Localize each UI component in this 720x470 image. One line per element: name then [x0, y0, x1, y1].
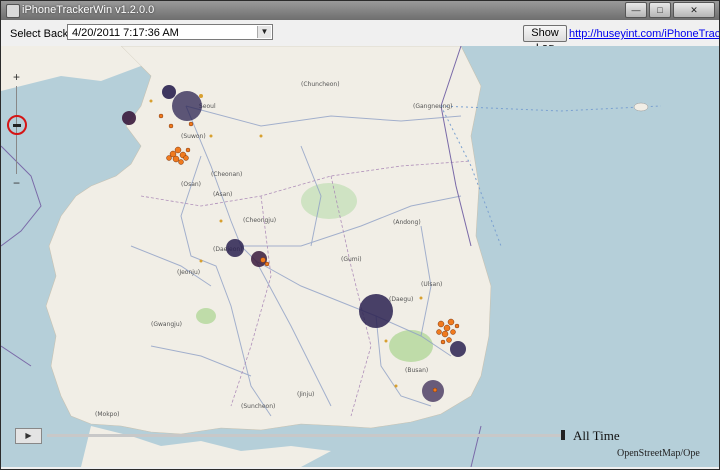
window-controls: — □ ✕ — [625, 2, 715, 18]
city-label-mokpo: (Mokpo) — [95, 411, 119, 418]
backup-select[interactable]: 4/20/2011 7:17:36 AM ▼ — [67, 24, 273, 40]
location-marker[interactable] — [359, 294, 393, 328]
city-label-osan: (Osan) — [181, 181, 201, 188]
zoom-control: + − — [7, 70, 27, 190]
timeline-slider-track[interactable] — [47, 434, 563, 437]
homepage-link[interactable]: http://huseyint.com/iPhoneTracerkWin — [569, 28, 719, 40]
city-label-andong: (Andong) — [393, 219, 421, 226]
backup-select-value: 4/20/2011 7:17:36 AM — [72, 27, 179, 39]
location-marker[interactable] — [450, 341, 466, 357]
city-label-asan: (Asan) — [213, 191, 232, 198]
zoom-out-button[interactable]: − — [13, 176, 20, 190]
city-label-chuncheon: (Chuncheon) — [301, 81, 340, 88]
city-label-gangneung: (Gangneung) — [413, 103, 453, 110]
show-log-button[interactable]: Show Log — [523, 25, 567, 54]
city-label-ulsan: (Ulsan) — [421, 281, 442, 288]
map-canvas: Seoul (Suwon) (Osan) (Cheonan) (Asan) (C… — [1, 46, 719, 467]
maximize-icon[interactable]: □ — [649, 2, 671, 18]
app-icon — [6, 4, 20, 18]
timeline-label: All Time — [573, 428, 620, 443]
city-label-cheongju: (Cheongju) — [243, 217, 276, 224]
island — [633, 102, 649, 112]
city-label-busan: (Busan) — [405, 367, 428, 374]
city-label-cheonan: (Cheonan) — [211, 171, 242, 178]
toolbar: Select Backup: 4/20/2011 7:17:36 AM ▼ Sh… — [1, 20, 719, 54]
city-label-gumi: (Gumi) — [341, 256, 362, 263]
close-icon[interactable]: ✕ — [673, 2, 715, 18]
window-title: iPhoneTrackerWin v1.2.0.0 — [22, 4, 155, 16]
location-marker[interactable] — [122, 111, 136, 125]
city-label-suncheon: (Suncheon) — [241, 403, 275, 410]
zoom-in-button[interactable]: + — [13, 70, 20, 84]
city-label-suwon: (Suwon) — [181, 133, 206, 140]
park-area — [301, 183, 357, 219]
location-marker[interactable] — [162, 85, 176, 99]
zoom-slider-handle[interactable] — [7, 115, 27, 135]
map-view[interactable]: Seoul (Suwon) (Osan) (Cheonan) (Asan) (C… — [1, 46, 719, 467]
chevron-down-icon[interactable]: ▼ — [257, 26, 271, 38]
play-icon[interactable]: ▶ — [15, 428, 42, 444]
city-label-gwangju: (Gwangju) — [151, 321, 182, 328]
timeline-slider-handle[interactable] — [561, 430, 565, 440]
park-area — [196, 308, 216, 324]
city-label-jeonju: (Jeonju) — [177, 269, 200, 276]
map-attribution: OpenStreetMap/Ope — [617, 448, 700, 459]
city-label-daegu: (Daegu) — [389, 296, 413, 303]
location-marker[interactable] — [172, 91, 202, 121]
park-area — [389, 330, 433, 362]
city-label-jinju: (Jinju) — [297, 391, 314, 398]
title-bar[interactable]: iPhoneTrackerWin v1.2.0.0 — □ ✕ — [1, 1, 719, 20]
location-marker[interactable] — [226, 239, 244, 257]
minimize-icon[interactable]: — — [625, 2, 647, 18]
app-window: iPhoneTrackerWin v1.2.0.0 — □ ✕ Select B… — [0, 0, 720, 470]
